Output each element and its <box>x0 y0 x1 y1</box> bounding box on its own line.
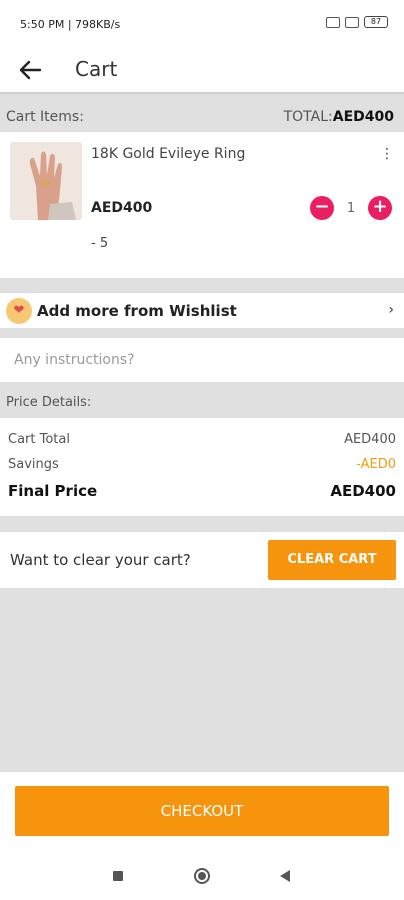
page-title: Cart <box>75 57 118 81</box>
back-icon[interactable] <box>280 870 290 882</box>
price-details-heading: Price Details: <box>6 395 92 410</box>
cart-total-label: Cart Total <box>8 432 70 447</box>
clear-cart-section: Want to clear your cart? CLEAR CART <box>0 532 404 588</box>
system-navigation-bar <box>0 852 404 900</box>
discount-text: - 5 <box>91 236 109 251</box>
instructions-field-container <box>0 338 404 382</box>
savings-label: Savings <box>8 457 59 472</box>
wishlist-label: Add more from Wishlist <box>37 302 237 320</box>
decrease-quantity-button[interactable]: − <box>310 196 334 220</box>
cart-items-header: Cart Items: TOTAL:AED400 <box>0 104 404 130</box>
home-icon[interactable] <box>194 868 210 884</box>
quantity-stepper: − 1 + <box>310 196 392 220</box>
more-options-icon[interactable]: ⋮ <box>380 146 394 162</box>
recents-icon[interactable] <box>113 871 123 881</box>
cart-total: TOTAL:AED400 <box>284 109 394 125</box>
final-price-value: AED400 <box>330 482 396 500</box>
battery-icon: 87 <box>364 16 388 28</box>
product-name[interactable]: 18K Gold Evileye Ring <box>91 146 245 162</box>
price-details: Cart Total AED400 Savings -AED0 Final Pr… <box>0 418 404 516</box>
product-price: AED400 <box>91 200 153 216</box>
savings-row: Savings -AED0 <box>8 457 396 472</box>
add-from-wishlist[interactable]: ❤ Add more from Wishlist › <box>0 292 404 328</box>
cart-items-label: Cart Items: <box>6 109 84 125</box>
app-bar: Cart <box>0 46 404 94</box>
signal-icon <box>345 16 359 28</box>
quantity-value: 1 <box>346 200 356 216</box>
checkout-bar: CHECKOUT <box>0 772 404 852</box>
system-icons: 87 <box>326 16 388 28</box>
signal-icon <box>326 16 340 28</box>
chevron-right-icon: › <box>388 302 394 318</box>
cart-item[interactable]: 18K Gold Evileye Ring ⋮ AED400 − 1 + - 5 <box>0 132 404 278</box>
cart-total-value: AED400 <box>344 432 396 447</box>
heart-icon: ❤ <box>6 298 32 324</box>
arrow-left-icon[interactable] <box>14 54 46 86</box>
clear-cart-button[interactable]: CLEAR CART <box>268 540 396 580</box>
checkout-button[interactable]: CHECKOUT <box>15 786 389 836</box>
product-image[interactable] <box>10 142 82 220</box>
cart-total-label: TOTAL: <box>283 109 333 125</box>
instructions-input[interactable] <box>14 348 390 372</box>
final-price-row: Final Price AED400 <box>8 482 396 500</box>
status-bar: 5:50 PM | 798KB/s 87 <box>0 0 404 46</box>
status-time: 5:50 PM | 798KB/s <box>20 18 121 31</box>
clear-cart-prompt: Want to clear your cart? <box>10 551 191 569</box>
cart-total-value: AED400 <box>332 109 394 125</box>
savings-value: -AED0 <box>356 457 396 472</box>
final-price-label: Final Price <box>8 482 98 500</box>
increase-quantity-button[interactable]: + <box>368 196 392 220</box>
cart-total-row: Cart Total AED400 <box>8 432 396 447</box>
